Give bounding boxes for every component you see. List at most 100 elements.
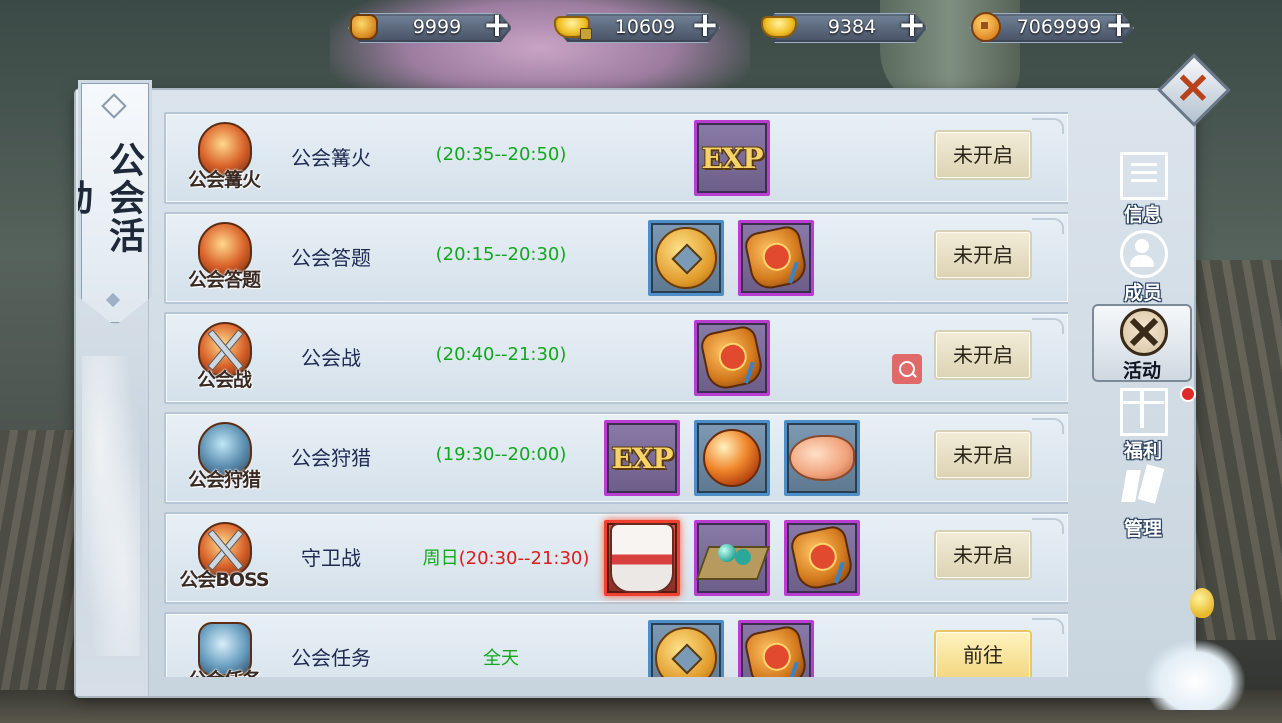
bonfire-icon: 公会篝火 <box>176 120 272 194</box>
tab-label: 活动 <box>1122 360 1161 382</box>
gold-ingot-icon <box>761 10 797 44</box>
currency-coin-bag: 9999 + <box>340 8 530 45</box>
corner-ornament <box>1032 418 1064 434</box>
reward-roast-chicken[interactable] <box>784 420 860 496</box>
tab-welfare[interactable]: 福利 <box>1094 386 1192 464</box>
not-open-button[interactable]: 未开启 <box>934 430 1032 480</box>
activity-icon-label: 公会篝火 <box>187 169 261 191</box>
reward-gem-tray[interactable] <box>694 520 770 596</box>
activity-row-guild-task: 公会任务 公会任务 全天 前往 <box>164 612 1068 677</box>
reward-copper-coin[interactable] <box>648 620 724 677</box>
armor-icon <box>610 523 674 593</box>
locked-gold-ingot-icon <box>554 10 592 44</box>
activity-name: 公会答题 <box>291 246 371 270</box>
activity-time: (20:35--20:50) <box>435 144 567 165</box>
money-pouch-icon <box>698 323 766 393</box>
go-button[interactable]: 前往 <box>934 630 1032 677</box>
banner-ornament-icon <box>101 93 127 119</box>
activity-icon-label: 公会答题 <box>187 269 261 291</box>
money-pouch-icon <box>742 623 810 677</box>
not-open-button[interactable]: 未开启 <box>934 230 1032 280</box>
not-open-button[interactable]: 未开启 <box>934 530 1032 580</box>
activity-name: 公会狩猎 <box>291 446 371 470</box>
search-icon <box>899 361 915 377</box>
notification-dot <box>1180 386 1196 402</box>
reward-fire-orb[interactable] <box>694 420 770 496</box>
copper-coin-icon <box>968 10 1004 44</box>
tab-members[interactable]: 成员 <box>1094 228 1192 306</box>
tab-label: 福利 <box>1123 440 1162 462</box>
fire-orb-icon <box>703 429 761 487</box>
guild-task-icon: 公会任务 <box>176 620 272 677</box>
corner-ornament <box>1032 218 1064 234</box>
currency-gold-ingot: 9384 + <box>755 8 945 45</box>
banner-diamond-icon <box>105 292 121 308</box>
exp-icon: EXP <box>701 141 763 175</box>
activity-list[interactable]: 公会篝火 公会篝火 (20:35--20:50) EXP 未开启 公会答题 公会… <box>164 112 1068 677</box>
gem-tray-icon <box>700 534 764 582</box>
reward-exp[interactable]: EXP <box>604 420 680 496</box>
currency-value: 9999 <box>412 16 462 38</box>
add-currency-button[interactable]: + <box>897 8 927 42</box>
corner-ornament <box>1032 618 1064 634</box>
activity-icon-label: 公会BOSS <box>179 569 269 591</box>
side-tab-bar: 信息 成员 活动 福利 管理 <box>1092 92 1194 692</box>
reward-copper-coin[interactable] <box>648 220 724 296</box>
activity-time: 周日(20:30--21:30) <box>386 544 626 570</box>
money-pouch-icon <box>788 523 856 593</box>
close-button[interactable]: ✕ <box>1157 53 1231 127</box>
lotus-bud-icon <box>1190 588 1214 618</box>
activity-row-hunting: 公会狩猎 公会狩猎 (19:30--20:00) EXP 未开启 <box>164 412 1068 504</box>
activity-day: 周日 <box>422 548 459 569</box>
lotus-flower-icon <box>1145 640 1245 710</box>
reward-money-pouch[interactable] <box>738 620 814 677</box>
add-currency-button[interactable]: + <box>690 8 720 42</box>
tab-label: 成员 <box>1123 282 1162 304</box>
reward-armor[interactable] <box>604 520 680 596</box>
activity-time: (20:40--21:30) <box>435 344 567 365</box>
exp-icon: EXP <box>611 441 673 475</box>
corner-ornament <box>1032 118 1064 134</box>
manage-icon <box>1120 466 1168 514</box>
add-currency-button[interactable]: + <box>1104 8 1134 42</box>
scroll-icon <box>1120 152 1168 200</box>
activity-time-range: (20:30--21:30) <box>458 548 590 569</box>
reward-money-pouch[interactable] <box>738 220 814 296</box>
currency-locked-gold-ingot: 10609 + <box>548 8 738 45</box>
activity-row-bonfire: 公会篝火 公会篝火 (20:35--20:50) EXP 未开启 <box>164 112 1068 204</box>
bridge-railing-right <box>1195 260 1282 640</box>
activity-icon-label: 公会任务 <box>176 665 272 677</box>
hunting-icon: 公会狩猎 <box>176 420 272 494</box>
money-pouch-icon <box>742 223 810 293</box>
title-banner: 公会活动 <box>78 80 152 326</box>
roast-chicken-icon <box>789 435 855 481</box>
activity-icon-label: 公会战 <box>196 369 252 391</box>
activity-row-defense-war: 公会BOSS 守卫战 周日(20:30--21:30) 未开启 <box>164 512 1068 604</box>
search-button[interactable] <box>892 354 922 384</box>
activity-row-guild-war: 公会战 公会战 (20:40--21:30) 未开启 <box>164 312 1068 404</box>
currency-value: 9384 <box>827 16 877 38</box>
activity-name: 守卫战 <box>301 546 361 570</box>
not-open-button[interactable]: 未开启 <box>934 130 1032 180</box>
tab-activities[interactable]: 活动 <box>1092 304 1192 382</box>
not-open-button[interactable]: 未开启 <box>934 330 1032 380</box>
add-currency-button[interactable]: + <box>482 8 512 42</box>
reward-money-pouch[interactable] <box>784 520 860 596</box>
page-title: 公会活动 <box>51 141 144 255</box>
reward-exp[interactable]: EXP <box>694 120 770 196</box>
corner-ornament <box>1032 518 1064 534</box>
member-icon <box>1120 230 1168 278</box>
activity-icon-label: 公会狩猎 <box>187 469 261 491</box>
tab-info[interactable]: 信息 <box>1094 150 1192 228</box>
guild-boss-icon: 公会BOSS <box>176 520 272 594</box>
coin-bag-icon <box>346 10 382 44</box>
activity-name: 公会战 <box>301 346 361 370</box>
tab-manage[interactable]: 管理 <box>1094 464 1192 542</box>
corner-ornament <box>1032 318 1064 334</box>
tab-label: 信息 <box>1123 204 1162 226</box>
gift-icon <box>1120 388 1168 436</box>
crossed-swords-icon <box>1120 308 1168 356</box>
reward-money-pouch[interactable] <box>694 320 770 396</box>
currency-copper-coin: 7069999 + <box>962 8 1152 45</box>
close-icon: ✕ <box>1175 64 1211 113</box>
